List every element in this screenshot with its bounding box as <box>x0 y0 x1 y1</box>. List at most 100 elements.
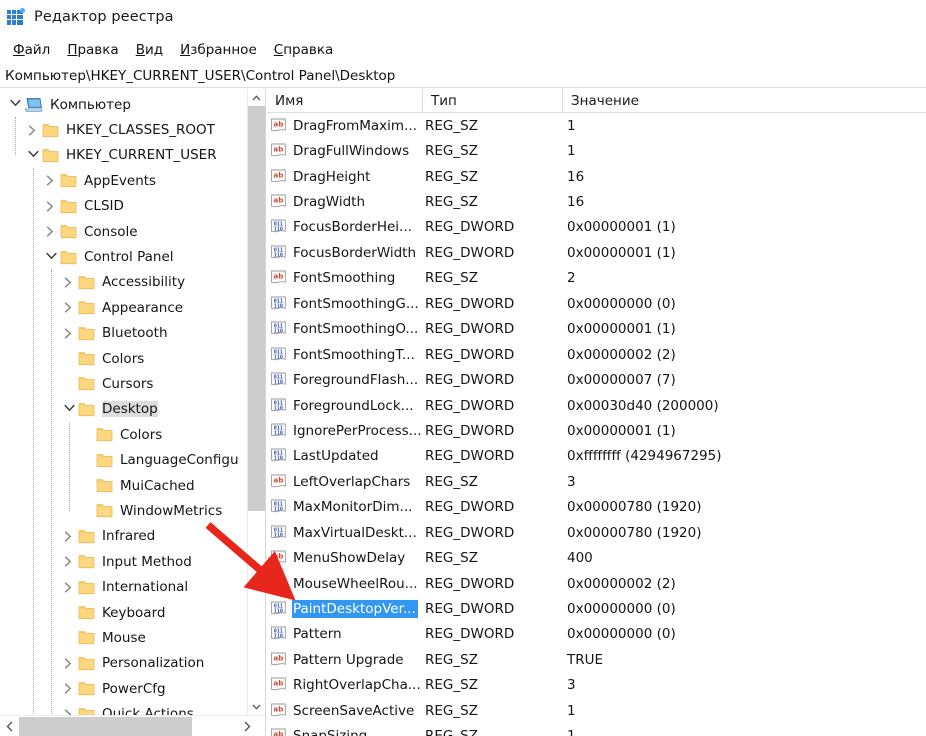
table-row[interactable]: 011 110 FocusBorderHei... REG_DWORD 0x000000… <box>267 215 926 240</box>
tree-node-colors[interactable]: Colors <box>0 422 249 447</box>
menu-help[interactable]: Справка <box>266 40 343 60</box>
table-row[interactable]: ab Pattern Upgrade REG_SZ TRUE <box>267 647 926 672</box>
table-row[interactable]: 011 110 FocusBorderWidth REG_DWORD 0x0000000… <box>267 240 926 265</box>
chevron-right-icon[interactable] <box>61 321 78 346</box>
scroll-left-icon[interactable] <box>0 716 19 736</box>
chevron-right-icon[interactable] <box>43 219 60 244</box>
table-row[interactable]: 011 110 ForegroundLock... REG_DWORD 0x00030d… <box>267 393 926 418</box>
chevron-right-icon[interactable] <box>61 575 78 600</box>
tree-node-international[interactable]: International <box>0 574 249 599</box>
value-data: TRUE <box>567 651 604 668</box>
table-row[interactable]: ab LeftOverlapChars REG_SZ 3 <box>267 469 926 494</box>
cell-name: ab RightOverlapCha... <box>267 676 422 694</box>
table-row[interactable]: ab FontSmoothing REG_SZ 2 <box>267 266 926 291</box>
tree-node--[interactable]: Компьютер <box>0 92 249 117</box>
chevron-down-icon[interactable] <box>61 397 78 422</box>
tree-node-keyboard[interactable]: Keyboard <box>0 600 249 625</box>
reg-dword-icon: 011 110 <box>270 576 287 592</box>
table-row[interactable]: 011 110 MaxVirtualDeskt... REG_DWORD 0x00000… <box>267 520 926 545</box>
table-row[interactable]: 011 110 ForegroundFlash... REG_DWORD 0x00000… <box>267 367 926 392</box>
tree-node-control-panel[interactable]: Control Panel <box>0 244 249 269</box>
table-row[interactable]: ab DragHeight REG_SZ 16 <box>267 164 926 189</box>
address-bar[interactable]: Компьютер\HKEY_CURRENT_USER\Control Pane… <box>0 64 926 88</box>
column-header-name[interactable]: Имя <box>267 89 422 113</box>
tree-node-input-method[interactable]: Input Method <box>0 549 249 574</box>
chevron-right-icon[interactable] <box>43 168 60 193</box>
table-row[interactable]: 011 110 FontSmoothingG... REG_DWORD 0x000000… <box>267 291 926 316</box>
chevron-right-icon[interactable] <box>25 118 42 143</box>
tree-guide-line <box>51 269 52 715</box>
menu-view[interactable]: Вид <box>128 40 172 60</box>
table-row[interactable]: 011 110 IgnorePerProcess... REG_DWORD 0x0000… <box>267 418 926 443</box>
table-row[interactable]: ab ScreenSaveActive REG_SZ 1 <box>267 698 926 723</box>
tree-node-languageconfigu[interactable]: LanguageConfigu <box>0 447 249 472</box>
scroll-up-icon[interactable] <box>248 89 265 106</box>
menu-edit[interactable]: Правка <box>59 40 127 60</box>
tree-node-powercfg[interactable]: PowerCfg <box>0 676 249 701</box>
svg-text:110: 110 <box>274 227 283 233</box>
tree-node-bluetooth[interactable]: Bluetooth <box>0 321 249 346</box>
table-row[interactable]: 011 110 FontSmoothingO... REG_DWORD 0x000000… <box>267 317 926 342</box>
table-row[interactable]: ab DragFromMaxim... REG_SZ 1 <box>267 113 926 138</box>
tree-node-hkey-current-user[interactable]: HKEY_CURRENT_USER <box>0 143 249 168</box>
value-type: REG_SZ <box>425 550 478 567</box>
tree-node-hkey-classes-root[interactable]: HKEY_CLASSES_ROOT <box>0 117 249 142</box>
tree-node-windowmetrics[interactable]: WindowMetrics <box>0 498 249 523</box>
chevron-right-icon[interactable] <box>61 524 78 549</box>
values-column-header: Имя Тип Значение <box>267 89 926 113</box>
scroll-down-icon[interactable] <box>248 698 265 715</box>
tree-node-cursors[interactable]: Cursors <box>0 371 249 396</box>
tree-node-appevents[interactable]: AppEvents <box>0 168 249 193</box>
tree-scroll-thumb[interactable] <box>248 106 265 511</box>
tree-vertical-scrollbar[interactable] <box>247 89 265 715</box>
chevron-right-icon[interactable] <box>61 676 78 701</box>
table-row[interactable]: ab MenuShowDelay REG_SZ 400 <box>267 545 926 570</box>
chevron-right-icon[interactable] <box>61 270 78 295</box>
chevron-right-icon[interactable] <box>61 702 78 715</box>
chevron-right-icon[interactable] <box>61 651 78 676</box>
tree-node-appearance[interactable]: Appearance <box>0 295 249 320</box>
tree-node-infrared[interactable]: Infrared <box>0 524 249 549</box>
chevron-right-icon[interactable] <box>43 194 60 219</box>
chevron-right-icon[interactable] <box>61 295 78 320</box>
tree-hscroll-thumb[interactable] <box>19 717 192 736</box>
scroll-right-icon[interactable] <box>238 716 257 736</box>
menu-favorites[interactable]: Избранное <box>172 40 266 60</box>
chevron-down-icon[interactable] <box>7 92 24 117</box>
value-name: SnapSizing <box>292 727 369 736</box>
table-row[interactable]: 011 110 PaintDesktopVer... REG_DWORD 0x00000… <box>267 596 926 621</box>
chevron-down-icon[interactable] <box>43 245 60 270</box>
folder-icon <box>60 224 77 239</box>
table-row[interactable]: 011 110 MouseWheelRou... REG_DWORD 0x0000000… <box>267 571 926 596</box>
reg-dword-icon: 011 110 <box>270 296 287 312</box>
table-row[interactable]: ab DragFullWindows REG_SZ 1 <box>267 138 926 163</box>
chevron-down-icon[interactable] <box>25 143 42 168</box>
tree-node-desktop[interactable]: Desktop <box>0 397 249 422</box>
table-row[interactable]: ab RightOverlapCha... REG_SZ 3 <box>267 673 926 698</box>
registry-tree-panel: Компьютер HKEY_CLASSES_ROOT HKEY_CURRENT_U… <box>0 89 266 736</box>
tree-node-label: Colors <box>102 350 145 367</box>
tree-node-muicached[interactable]: MuiCached <box>0 473 249 498</box>
table-row[interactable]: 011 110 FontSmoothingT... REG_DWORD 0x000000… <box>267 342 926 367</box>
tree-node-accessibility[interactable]: Accessibility <box>0 270 249 295</box>
table-row[interactable]: 011 110 LastUpdated REG_DWORD 0xffffffff (42… <box>267 444 926 469</box>
svg-text:110: 110 <box>274 252 283 258</box>
table-row[interactable]: ab SnapSizing REG_SZ1 <box>267 724 926 736</box>
value-data: 1 <box>567 143 576 160</box>
table-row[interactable]: 011 110 MaxMonitorDim... REG_DWORD 0x0000078… <box>267 495 926 520</box>
chevron-right-icon[interactable] <box>61 549 78 574</box>
cell-name: 011 110 FocusBorderWidth <box>267 244 422 262</box>
menu-file[interactable]: Файл <box>5 40 59 60</box>
table-row[interactable]: ab DragWidth REG_SZ 16 <box>267 189 926 214</box>
column-header-type[interactable]: Тип <box>422 89 562 113</box>
tree-node-colors[interactable]: Colors <box>0 346 249 371</box>
tree-node-console[interactable]: Console <box>0 219 249 244</box>
tree-node-quick-actions[interactable]: Quick Actions <box>0 701 249 715</box>
tree-node-personalization[interactable]: Personalization <box>0 651 249 676</box>
tree-node-mouse[interactable]: Mouse <box>0 625 249 650</box>
column-header-value[interactable]: Значение <box>562 89 926 113</box>
tree-horizontal-scrollbar[interactable] <box>0 715 265 736</box>
table-row[interactable]: 011 110 Pattern REG_DWORD 0x00000000 (0) <box>267 622 926 647</box>
tree-node-clsid[interactable]: CLSID <box>0 194 249 219</box>
tree-node-label: CLSID <box>84 198 124 215</box>
